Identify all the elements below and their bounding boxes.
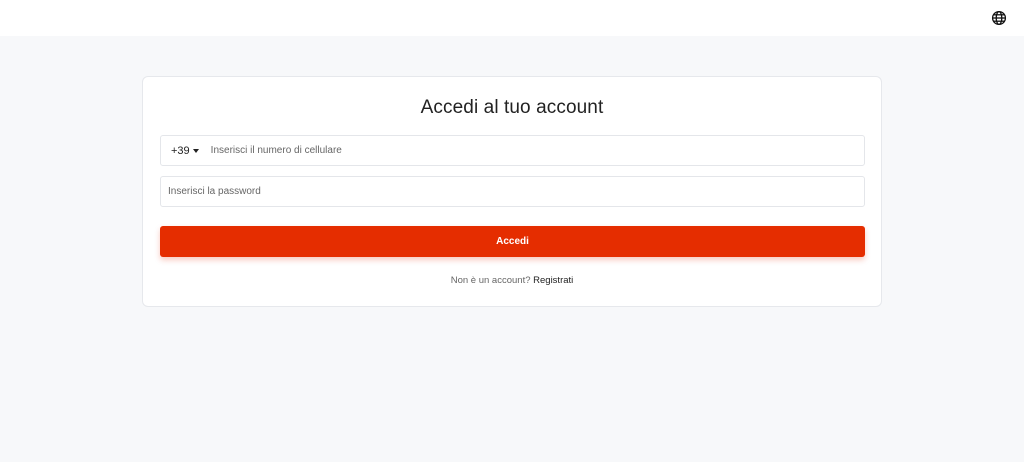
phone-input[interactable] (210, 136, 864, 165)
password-field (160, 176, 865, 207)
page-title: Accedi al tuo account (420, 97, 604, 118)
globe-icon[interactable] (991, 10, 1007, 26)
country-code-label: +39 (171, 144, 190, 157)
signup-prompt-line: Non è un account? Registrati (143, 275, 881, 286)
password-input[interactable] (161, 177, 864, 206)
signup-prompt: Non è un account? (450, 275, 531, 286)
signup-link[interactable]: Registrati (533, 275, 573, 286)
login-card: Accedi al tuo account +39 Accedi Non è u… (142, 76, 882, 307)
phone-field: +39 (160, 135, 865, 166)
login-button[interactable]: Accedi (160, 226, 865, 257)
caret-down-icon (192, 148, 199, 153)
country-code-select[interactable]: +39 (161, 136, 211, 165)
top-bar (0, 0, 1024, 36)
